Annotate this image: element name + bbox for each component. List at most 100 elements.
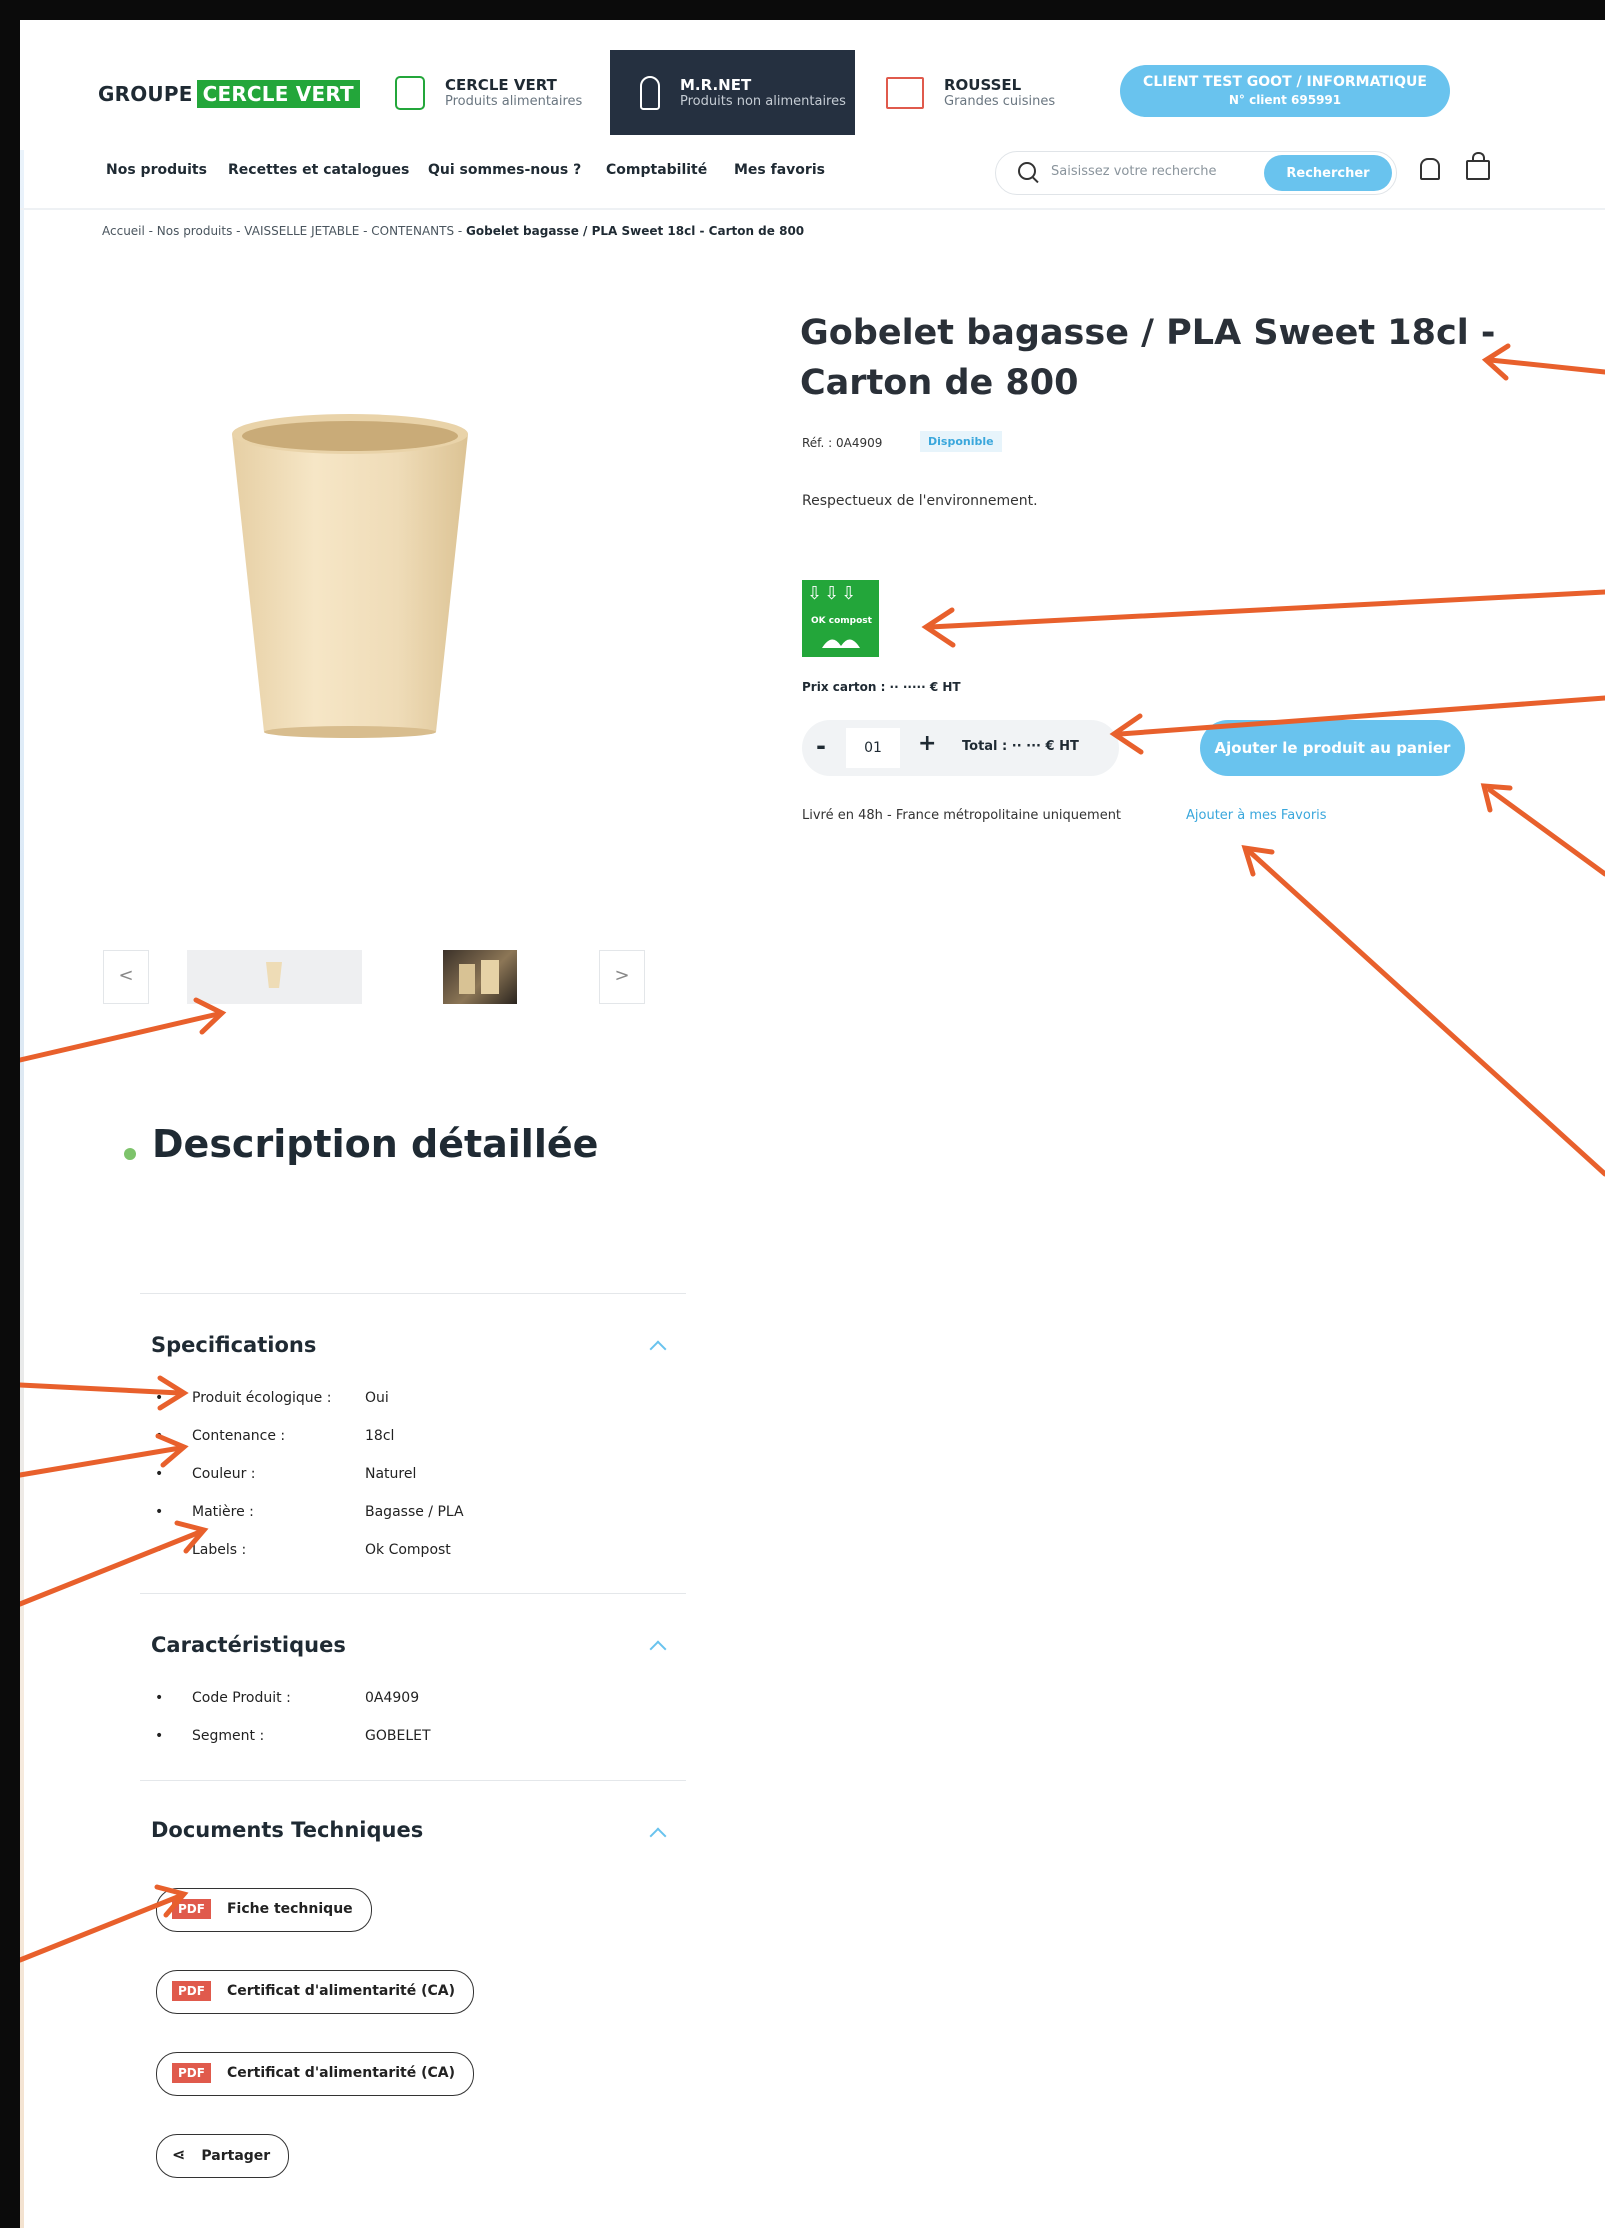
- annotation-arrow-gallery: [17, 1011, 221, 1063]
- annotation-arrow-label: [927, 589, 1605, 630]
- brand-mrnet[interactable]: M.R.NET Produits non alimentaires: [610, 50, 855, 135]
- pdf-download-button[interactable]: PDF Certificat d'alimentarité (CA): [156, 2052, 475, 2096]
- nav-item-about[interactable]: Qui sommes-nous ?: [428, 162, 581, 178]
- features-accordion-header[interactable]: Caractéristiques: [151, 1633, 346, 1657]
- nav-item-recipes[interactable]: Recettes et catalogues: [228, 162, 409, 178]
- spec-label: Contenance :: [192, 1428, 286, 1444]
- docs-accordion-header[interactable]: Documents Techniques: [151, 1818, 423, 1842]
- decorative-background: [0, 150, 24, 2228]
- pdf-icon: PDF: [172, 1981, 211, 2001]
- total-price: Total : ·· ··· € HT: [962, 739, 1079, 754]
- oven-icon: [886, 76, 924, 109]
- doc-label: Fiche technique: [226, 1901, 353, 1917]
- quantity-input[interactable]: 01: [846, 728, 900, 768]
- top-header: GROUPE CERCLE VERT CERCLE VERT Produits a…: [20, 50, 1605, 150]
- doc-label: Certificat d'alimentarité (CA): [226, 2065, 456, 2081]
- nav-item-accounting[interactable]: Comptabilité: [606, 162, 707, 178]
- nav-item-favorites[interactable]: Mes favoris: [734, 162, 825, 178]
- share-icon: ⋖: [172, 2145, 186, 2164]
- product-ref: Réf. : 0A4909: [802, 436, 883, 450]
- pdf-icon: PDF: [172, 2063, 211, 2083]
- client-number: N° client 695991: [1228, 93, 1342, 107]
- main-nav: Nos produits Recettes et catalogues Qui …: [20, 151, 1605, 208]
- share-button[interactable]: ⋖ Partager: [156, 2134, 290, 2178]
- thumbnail-lifestyle[interactable]: [443, 950, 517, 1004]
- search-icon: [1018, 162, 1036, 180]
- description-heading: Description détaillée: [152, 1122, 599, 1166]
- increase-qty-button[interactable]: +: [918, 731, 936, 756]
- chevron-up-icon[interactable]: [649, 1640, 667, 1658]
- arrowhead: [1480, 783, 1513, 813]
- compost-arrows-icon: ⇩⇩⇩: [807, 583, 859, 604]
- annotation-arrow-cart: [1487, 787, 1605, 877]
- logo-highlight: CERCLE VERT: [196, 80, 360, 108]
- decrease-qty-button[interactable]: -: [816, 732, 826, 760]
- availability-badge: Disponible: [920, 431, 1002, 452]
- site-logo[interactable]: GROUPE CERCLE VERT: [98, 80, 360, 108]
- doc-label: Certificat d'alimentarité (CA): [226, 1983, 456, 1999]
- label-text: OK compost: [811, 616, 872, 626]
- pdf-download-button[interactable]: PDF Certificat d'alimentarité (CA): [156, 1970, 475, 2014]
- logo-prefix: GROUPE: [98, 82, 193, 106]
- breadcrumb[interactable]: Accueil - Nos produits - VAISSELLE JETAB…: [102, 224, 804, 238]
- add-to-favorites-link[interactable]: Ajouter à mes Favoris: [1186, 808, 1327, 823]
- search-button[interactable]: Rechercher: [1264, 155, 1392, 191]
- arrowhead: [1241, 844, 1275, 877]
- spec-value: Oui: [365, 1390, 389, 1406]
- specs-accordion-header[interactable]: Specifications: [151, 1333, 316, 1357]
- share-label: Partager: [201, 2148, 271, 2164]
- add-to-cart-button[interactable]: Ajouter le produit au panier: [1200, 720, 1465, 776]
- quantity-stepper: - 01 + Total : ·· ··· € HT: [802, 720, 1119, 776]
- spec-label: Matière :: [192, 1504, 254, 1520]
- spec-value: 18cl: [365, 1428, 395, 1444]
- carton-price: Prix carton : ·· ····· € HT: [802, 680, 961, 694]
- client-account-button[interactable]: CLIENT TEST GOOT / INFORMATIQUE N° clien…: [1120, 65, 1450, 117]
- spec-label: Couleur :: [192, 1466, 256, 1482]
- brand-cercle-vert[interactable]: CERCLE VERT Produits alimentaires: [395, 50, 582, 135]
- product-title: Gobelet bagasse / PLA Sweet 18cl - Carto…: [800, 313, 1496, 403]
- product-image[interactable]: [226, 410, 474, 740]
- spec-value: Ok Compost: [365, 1542, 451, 1558]
- spray-bottle-icon: [640, 75, 660, 110]
- spec-value: Bagasse / PLA: [365, 1504, 464, 1520]
- brand-name: ROUSSEL: [944, 75, 1022, 94]
- section-dot: [124, 1148, 136, 1160]
- brand-name: CERCLE VERT: [445, 75, 557, 94]
- carousel-prev-button[interactable]: <: [103, 950, 149, 1004]
- brand-name: M.R.NET: [680, 75, 752, 94]
- accordion-divider: [140, 1593, 686, 1594]
- spec-label: Produit écologique :: [192, 1390, 332, 1406]
- accordion-divider: [140, 1293, 686, 1294]
- breadcrumb-path[interactable]: Accueil - Nos produits - VAISSELLE JETAB…: [102, 224, 466, 238]
- jar-icon: [395, 75, 425, 110]
- brand-sub: Grandes cuisines: [944, 93, 1056, 109]
- spec-value: Naturel: [365, 1466, 417, 1482]
- shopping-bag-icon[interactable]: [1466, 152, 1490, 180]
- arrowhead: [921, 607, 956, 648]
- pdf-icon: PDF: [172, 1899, 211, 1919]
- chevron-up-icon[interactable]: [649, 1340, 667, 1358]
- arrowhead: [193, 997, 227, 1035]
- client-name: CLIENT TEST GOOT / INFORMATIQUE: [1143, 74, 1427, 90]
- bell-icon[interactable]: [1420, 158, 1440, 180]
- search-placeholder: Saisissez votre recherche: [1051, 164, 1217, 179]
- mini-cup-image: [266, 962, 282, 988]
- short-description: Respectueux de l'environnement.: [802, 493, 1038, 509]
- thumbnail-cup[interactable]: [187, 950, 362, 1004]
- pdf-download-button[interactable]: PDF Fiche technique: [156, 1888, 372, 1932]
- feature-label: Code Produit :: [192, 1690, 291, 1706]
- arrowhead: [157, 1375, 189, 1411]
- carousel-next-button[interactable]: >: [599, 950, 645, 1004]
- feature-label: Segment :: [192, 1728, 265, 1744]
- chevron-up-icon[interactable]: [649, 1827, 667, 1845]
- feature-value: 0A4909: [365, 1690, 420, 1706]
- spec-label: Labels :: [192, 1542, 247, 1558]
- accordion-divider: [140, 1780, 686, 1781]
- brand-sub: Produits alimentaires: [445, 93, 583, 109]
- nav-item-products[interactable]: Nos produits: [106, 162, 207, 178]
- delivery-info: Livré en 48h - France métropolitaine uni…: [802, 808, 1122, 823]
- brand-roussel[interactable]: ROUSSEL Grandes cuisines: [886, 50, 1055, 135]
- leaf-icon: [822, 639, 860, 648]
- nav-divider: [20, 208, 1605, 210]
- ok-compost-label: ⇩⇩⇩ OK compost: [802, 580, 879, 657]
